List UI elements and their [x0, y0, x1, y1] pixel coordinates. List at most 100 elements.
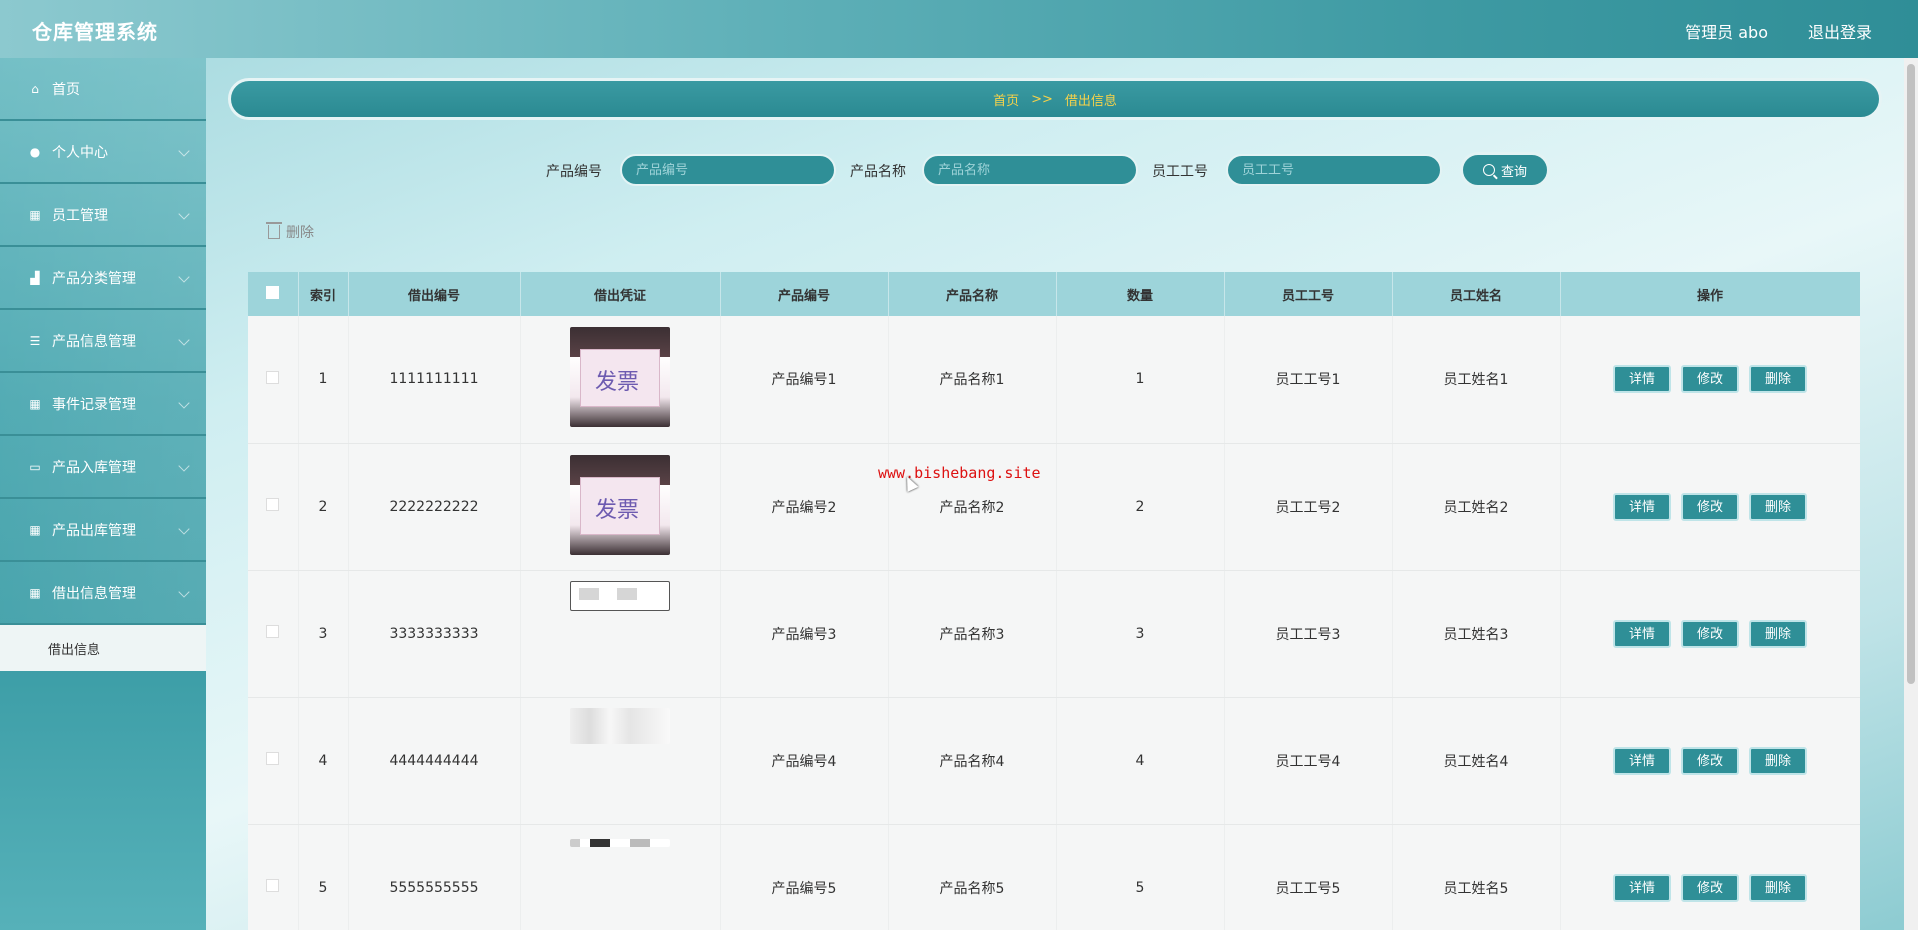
grid-icon: ▦: [29, 207, 41, 222]
cell-employee-name: 员工姓名2: [1392, 443, 1561, 571]
sidebar-item-5[interactable]: ▦ 事件记录管理: [0, 373, 206, 436]
logout-link[interactable]: 退出登录: [1808, 19, 1872, 43]
sidebar-item-7[interactable]: ▦ 产品出库管理: [0, 499, 206, 562]
delete-button[interactable]: 删除: [1749, 746, 1807, 775]
breadcrumb-separator: >>: [1031, 91, 1053, 107]
product-name-input[interactable]: [922, 154, 1138, 186]
cell-product-code: 产品编号5: [720, 824, 889, 930]
delete-button[interactable]: 删除: [1749, 365, 1807, 394]
invoice-paper: 发票: [580, 349, 660, 408]
batch-delete-button[interactable]: 删除: [266, 222, 314, 242]
query-button-label: 查询: [1500, 164, 1527, 180]
sidebar-item-6[interactable]: ▭ 产品入库管理: [0, 436, 206, 499]
employee-id-label: 员工工号: [1152, 164, 1208, 180]
sidebar-item-4[interactable]: ☰ 产品信息管理: [0, 310, 206, 373]
detail-button[interactable]: 详情: [1613, 873, 1671, 902]
cell-actions: 详情 修改 删除: [1560, 570, 1860, 698]
briefcase-icon: ▭: [29, 459, 41, 474]
voucher-image[interactable]: [570, 707, 670, 744]
cell-loan-code: 2222222222: [348, 443, 521, 571]
sidebar-item-label: 事件记录管理: [52, 396, 136, 413]
detail-button[interactable]: 详情: [1613, 492, 1671, 521]
list-icon: ☰: [29, 333, 41, 348]
cell-employee-id: 员工工号1: [1224, 316, 1393, 444]
edit-button[interactable]: 修改: [1681, 873, 1739, 902]
row-select-cell: [248, 570, 299, 698]
table-row: 5 5555555555 产品编号5 产品名称5 5 员工工号5 员工姓名5 详情 修改 删除: [248, 824, 1860, 930]
select-all-checkbox[interactable]: [266, 285, 280, 299]
edit-button[interactable]: 修改: [1681, 365, 1739, 394]
page-scrollbar[interactable]: [1904, 58, 1918, 930]
cell-loan-voucher: 发票: [520, 316, 721, 444]
cell-actions: 详情 修改 删除: [1560, 697, 1860, 825]
sidebar-item-8[interactable]: ▦ 借出信息管理: [0, 562, 206, 625]
detail-button[interactable]: 详情: [1613, 746, 1671, 775]
batch-delete-label: 删除: [286, 225, 314, 241]
query-button[interactable]: 查询: [1460, 152, 1550, 188]
sidebar-item-label: 产品信息管理: [52, 333, 136, 350]
sidebar-subitem-loan-info[interactable]: 借出信息: [0, 625, 206, 671]
delete-button[interactable]: 删除: [1749, 873, 1807, 902]
edit-button[interactable]: 修改: [1681, 492, 1739, 521]
product-code-input[interactable]: [620, 154, 836, 186]
header-actions: 操作: [1560, 272, 1860, 316]
voucher-image[interactable]: 发票: [570, 454, 670, 555]
delete-button[interactable]: 删除: [1749, 492, 1807, 521]
sidebar-item-label: 首页: [52, 81, 80, 98]
row-checkbox[interactable]: [266, 625, 280, 638]
header-loan-code: 借出编号: [348, 272, 521, 316]
cell-product-name: 产品名称4: [888, 697, 1057, 825]
row-select-cell: [248, 443, 299, 571]
loan-table: 索引 借出编号 借出凭证 产品编号 产品名称 数量 员工工号 员工姓名 操作 1…: [248, 272, 1860, 930]
table-row: 2 2222222222 发票 产品编号2 产品名称2 2 员工工号2 员工姓名2 详情 修改 删除: [248, 443, 1860, 571]
header-index: 索引: [298, 272, 349, 316]
cell-employee-id: 员工工号3: [1224, 570, 1393, 698]
cell-product-name: 产品名称2: [888, 443, 1057, 571]
cell-employee-name: 员工姓名5: [1392, 824, 1561, 930]
edit-button[interactable]: 修改: [1681, 619, 1739, 648]
invoice-paper: 发票: [580, 476, 660, 535]
cell-product-code: 产品编号4: [720, 697, 889, 825]
breadcrumb-home[interactable]: 首页: [993, 90, 1019, 109]
cell-quantity: 3: [1056, 570, 1225, 698]
cell-actions: 详情 修改 删除: [1560, 443, 1860, 571]
cell-employee-id: 员工工号5: [1224, 824, 1393, 930]
sidebar-item-3[interactable]: ▟ 产品分类管理: [0, 247, 206, 310]
delete-button[interactable]: 删除: [1749, 619, 1807, 648]
cell-actions: 详情 修改 删除: [1560, 316, 1860, 444]
cell-loan-voucher: [520, 824, 721, 930]
cell-employee-name: 员工姓名1: [1392, 316, 1561, 444]
cell-product-name: 产品名称1: [888, 316, 1057, 444]
cell-employee-id: 员工工号4: [1224, 697, 1393, 825]
sidebar-item-2[interactable]: ▦ 员工管理: [0, 184, 206, 247]
cell-employee-name: 员工姓名4: [1392, 697, 1561, 825]
row-checkbox[interactable]: [266, 370, 280, 384]
voucher-image[interactable]: 发票: [570, 327, 670, 428]
table-header-row: 索引 借出编号 借出凭证 产品编号 产品名称 数量 员工工号 员工姓名 操作: [248, 272, 1860, 316]
employee-id-input[interactable]: [1226, 154, 1442, 186]
voucher-image[interactable]: [570, 580, 670, 611]
cell-quantity: 1: [1056, 316, 1225, 444]
sidebar-item-label: 员工管理: [52, 207, 108, 224]
voucher-image[interactable]: [570, 838, 670, 847]
edit-button[interactable]: 修改: [1681, 746, 1739, 775]
detail-button[interactable]: 详情: [1613, 619, 1671, 648]
detail-button[interactable]: 详情: [1613, 365, 1671, 394]
sidebar-item-label: 产品入库管理: [52, 459, 136, 476]
cell-quantity: 2: [1056, 443, 1225, 571]
scrollbar-thumb[interactable]: [1907, 64, 1915, 684]
header-product-code: 产品编号: [720, 272, 889, 316]
select-all-cell: [248, 272, 299, 316]
cell-loan-voucher: 发票: [520, 443, 721, 571]
cell-loan-code: 3333333333: [348, 570, 521, 698]
row-checkbox[interactable]: [266, 752, 280, 765]
sidebar-item-0[interactable]: ⌂ 首页: [0, 58, 206, 121]
row-checkbox[interactable]: [266, 879, 280, 892]
sidebar-item-label: 产品分类管理: [52, 270, 136, 287]
table-row: 3 3333333333 产品编号3 产品名称3 3 员工工号3 员工姓名3 详情 修改 删除: [248, 570, 1860, 698]
trash-icon: [266, 222, 282, 239]
row-checkbox[interactable]: [266, 498, 280, 511]
row-select-cell: [248, 697, 299, 825]
header-quantity: 数量: [1056, 272, 1225, 316]
top-header: 仓库管理系统 管理员 abo 退出登录: [0, 0, 1918, 58]
